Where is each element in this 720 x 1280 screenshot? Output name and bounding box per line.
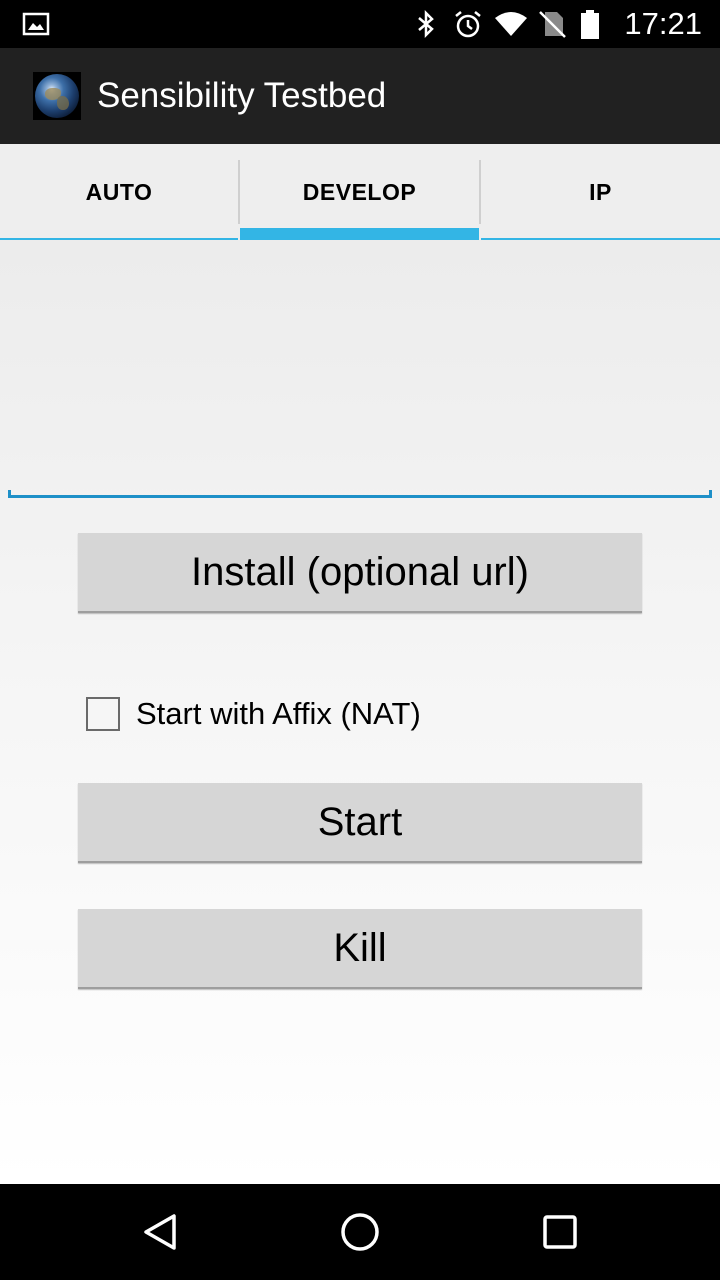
tab-auto-label: AUTO	[85, 178, 153, 205]
no-sim-icon	[536, 8, 568, 40]
install-button[interactable]: Install (optional url)	[78, 533, 642, 613]
tab-ip-label: IP	[589, 178, 612, 205]
action-bar: Sensibility Testbed	[0, 48, 720, 144]
back-icon[interactable]	[136, 1208, 184, 1256]
affix-checkbox-row[interactable]: Start with Affix (NAT)	[84, 690, 421, 738]
tab-develop[interactable]: DEVELOP	[240, 144, 479, 240]
url-input[interactable]	[8, 240, 712, 498]
tab-auto[interactable]: AUTO	[0, 144, 238, 240]
app-title: Sensibility Testbed	[97, 76, 387, 115]
recents-icon[interactable]	[536, 1208, 584, 1256]
battery-icon	[578, 8, 610, 40]
input-underline	[8, 495, 712, 498]
bluetooth-icon	[410, 8, 442, 40]
image-notification-icon	[22, 10, 50, 38]
start-button[interactable]: Start	[78, 783, 642, 863]
input-underline-tick	[709, 490, 712, 498]
affix-checkbox-label[interactable]: Start with Affix (NAT)	[136, 696, 421, 732]
affix-checkbox[interactable]	[86, 697, 120, 731]
wifi-icon	[494, 8, 528, 40]
develop-content: Install (optional url) Start with Affix …	[0, 240, 720, 1184]
kill-button[interactable]: Kill	[78, 909, 642, 989]
home-icon[interactable]	[336, 1208, 384, 1256]
tab-bar: AUTO DEVELOP IP	[0, 144, 720, 240]
tab-ip[interactable]: IP	[481, 144, 720, 240]
tab-selected-indicator	[240, 228, 479, 240]
tab-develop-label: DEVELOP	[302, 178, 417, 205]
alarm-icon	[452, 8, 484, 40]
status-bar: 17:21	[0, 0, 720, 48]
earth-globe-icon	[33, 72, 81, 120]
navigation-bar	[0, 1184, 720, 1280]
status-time: 17:21	[624, 6, 702, 41]
input-underline-tick	[8, 490, 11, 498]
